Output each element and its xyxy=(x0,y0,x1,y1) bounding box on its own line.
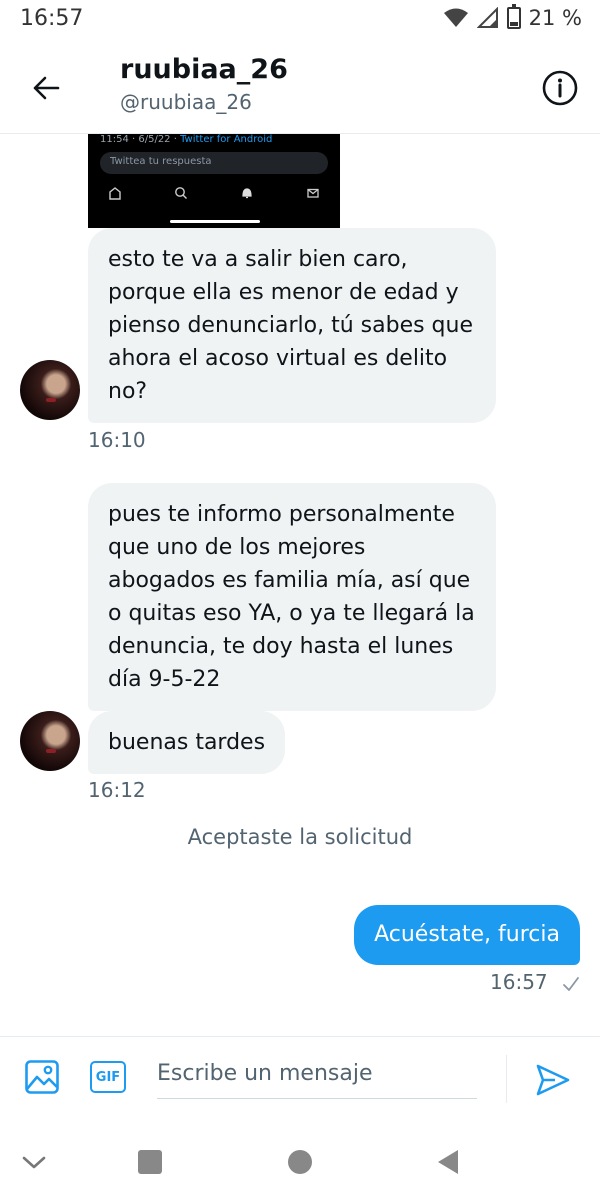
conversation-header: ruubiaa_26 @ruubiaa_26 xyxy=(0,42,600,134)
signal-icon xyxy=(476,7,498,28)
send-icon xyxy=(536,1064,570,1096)
avatar[interactable] xyxy=(20,360,80,420)
message-input[interactable] xyxy=(157,1055,477,1099)
system-nav-bar xyxy=(0,1122,600,1200)
message-text: Acuéstate, furcia xyxy=(374,922,560,947)
home-icon xyxy=(109,187,121,200)
gif-icon: GIF xyxy=(90,1061,126,1093)
chevron-down-icon xyxy=(22,1156,46,1169)
nav-collapse-button[interactable] xyxy=(16,1144,52,1180)
image-icon xyxy=(25,1060,59,1094)
mail-icon xyxy=(307,188,319,198)
message-timestamp: 16:57 xyxy=(490,970,548,994)
conversation-handle: @ruubiaa_26 xyxy=(120,90,252,114)
message-composer: GIF xyxy=(0,1036,600,1122)
avatar[interactable] xyxy=(20,711,80,771)
attachment-meta: 11:54 · 6/5/22 · Twitter for Android xyxy=(100,134,272,145)
battery-icon xyxy=(506,4,521,29)
square-icon xyxy=(138,1150,162,1174)
send-button[interactable] xyxy=(532,1059,574,1101)
add-image-button[interactable] xyxy=(22,1057,62,1097)
nav-recents-button[interactable] xyxy=(132,1144,168,1180)
nav-home-button[interactable] xyxy=(282,1144,318,1180)
message-timestamp: 16:10 xyxy=(88,428,146,452)
check-icon xyxy=(563,976,579,991)
arrow-left-icon xyxy=(33,76,60,100)
info-icon xyxy=(542,70,578,106)
attachment-nav-row xyxy=(108,186,320,200)
status-time: 16:57 xyxy=(20,6,84,31)
conversation-name[interactable]: ruubiaa_26 xyxy=(120,54,288,85)
wifi-icon xyxy=(443,8,468,27)
back-button[interactable] xyxy=(24,66,68,110)
sent-status: 16:57 xyxy=(490,970,580,994)
request-accepted-note: Aceptaste la solicitud xyxy=(187,825,413,849)
message-timestamp: 16:12 xyxy=(88,778,146,802)
bell-icon xyxy=(242,188,252,199)
nav-back-button[interactable] xyxy=(430,1144,466,1180)
circle-icon xyxy=(288,1150,312,1174)
image-attachment[interactable]: 11:54 · 6/5/22 · Twitter for Android Twi… xyxy=(88,134,340,228)
attachment-meta-source: Twitter for Android xyxy=(180,134,273,145)
composer-divider xyxy=(506,1055,507,1103)
attachment-home-indicator xyxy=(170,220,260,223)
search-icon xyxy=(175,187,187,199)
add-gif-button[interactable]: GIF xyxy=(89,1059,127,1095)
message-bubble-received[interactable]: esto te va a salir bien caro, porque ell… xyxy=(88,228,496,423)
gif-label: GIF xyxy=(95,1069,121,1085)
message-bubble-sent[interactable]: Acuéstate, furcia xyxy=(354,905,580,965)
message-text: pues te informo personalmente que uno de… xyxy=(108,502,475,692)
message-text: esto te va a salir bien caro, porque ell… xyxy=(108,247,473,404)
status-indicators: 21 % xyxy=(443,4,582,30)
attachment-reply-field: Twittea tu respuesta xyxy=(100,152,328,174)
status-bar: 16:57 21 % xyxy=(0,0,600,42)
attachment-meta-time: 11:54 · 6/5/22 · xyxy=(100,134,181,145)
battery-level: 21 % xyxy=(528,6,582,30)
message-bubble-received[interactable]: pues te informo personalmente que uno de… xyxy=(88,483,496,711)
message-list[interactable]: 11:54 · 6/5/22 · Twitter for Android Twi… xyxy=(0,134,600,1036)
info-button[interactable] xyxy=(540,68,580,108)
message-bubble-received[interactable]: buenas tardes xyxy=(88,711,286,774)
message-text: buenas tardes xyxy=(108,730,266,755)
triangle-back-icon xyxy=(438,1150,458,1174)
